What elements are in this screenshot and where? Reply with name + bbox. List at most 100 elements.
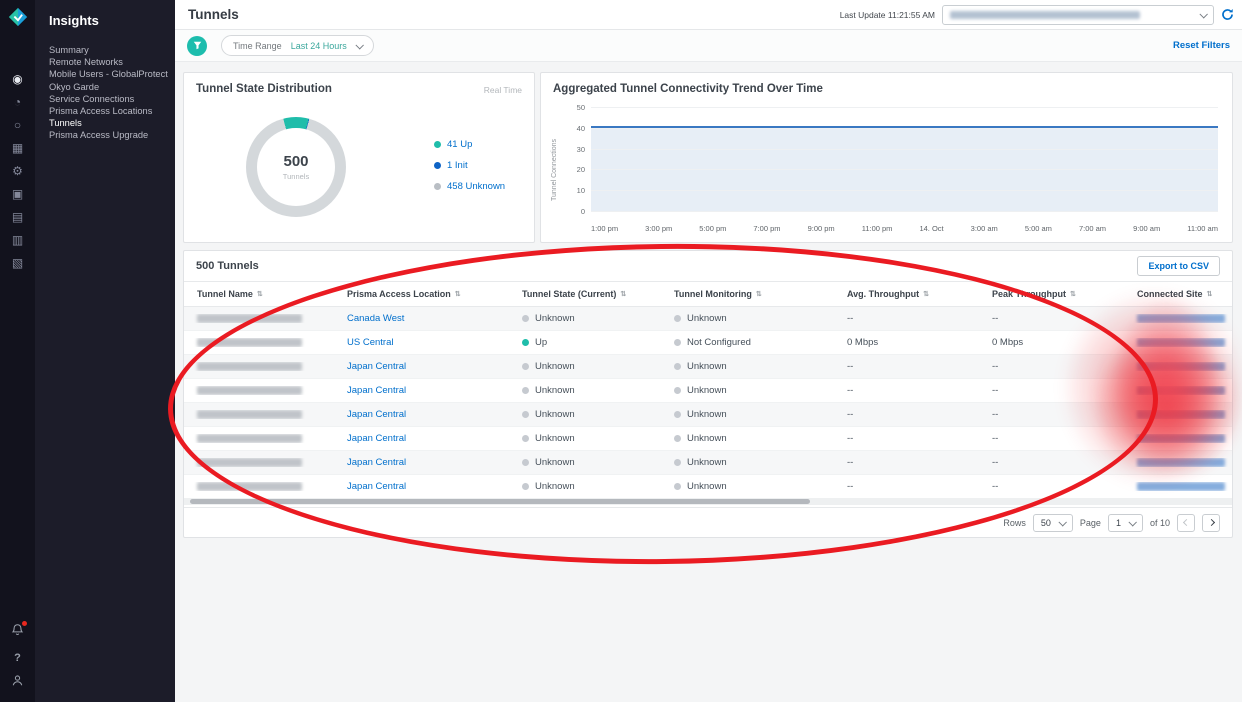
trend-area bbox=[591, 126, 1218, 211]
table-row[interactable]: Japan Central Unknown Unknown -- -- bbox=[184, 451, 1232, 475]
tunnel-name-redacted bbox=[197, 410, 302, 419]
sidebar-nav-item[interactable]: Remote Networks bbox=[35, 56, 175, 68]
sidebar-nav-item[interactable]: Prisma Access Locations bbox=[35, 105, 175, 117]
monitoring-text: Unknown bbox=[687, 457, 727, 468]
location-link[interactable]: Japan Central bbox=[347, 433, 406, 444]
export-csv-button[interactable]: Export to CSV bbox=[1137, 256, 1220, 276]
column-header: Prisma Access Location ⇅ bbox=[334, 289, 509, 299]
tunnel-trend-card: Aggregated Tunnel Connectivity Trend Ove… bbox=[540, 72, 1233, 243]
apps-icon[interactable]: ▦ bbox=[12, 142, 23, 154]
monitor-icon[interactable]: ○ bbox=[14, 119, 21, 131]
legend-item[interactable]: 41 Up bbox=[434, 139, 505, 150]
sort-icon[interactable]: ⇅ bbox=[756, 290, 762, 298]
connected-site-redacted[interactable] bbox=[1137, 458, 1225, 467]
filter-funnel-icon[interactable] bbox=[187, 36, 207, 56]
brand-logo-icon[interactable] bbox=[7, 6, 29, 33]
help-icon[interactable]: ? bbox=[14, 652, 21, 664]
avg-throughput: -- bbox=[847, 385, 853, 396]
connected-site-redacted[interactable] bbox=[1137, 410, 1225, 419]
connected-site-redacted[interactable] bbox=[1137, 362, 1225, 371]
workflows-icon[interactable]: ▤ bbox=[12, 211, 23, 223]
connected-site-redacted[interactable] bbox=[1137, 482, 1225, 491]
time-range-select[interactable]: Time Range Last 24 Hours bbox=[221, 35, 374, 56]
next-page-button[interactable] bbox=[1202, 514, 1220, 532]
page-title: Tunnels bbox=[188, 7, 239, 22]
connected-site-redacted[interactable] bbox=[1137, 434, 1225, 443]
sort-icon[interactable]: ⇅ bbox=[620, 290, 626, 298]
tunnel-name-redacted bbox=[197, 458, 302, 467]
chevron-down-icon bbox=[1128, 518, 1136, 526]
table-row[interactable]: Japan Central Unknown Unknown -- -- bbox=[184, 379, 1232, 403]
sidebar-nav-item[interactable]: Service Connections bbox=[35, 93, 175, 105]
sort-icon[interactable]: ⇅ bbox=[1207, 290, 1213, 298]
legend-label: 458 Unknown bbox=[447, 181, 505, 192]
sort-icon[interactable]: ⇅ bbox=[1070, 290, 1076, 298]
tenant-select[interactable] bbox=[942, 5, 1214, 25]
table-row[interactable]: Japan Central Unknown Unknown -- -- bbox=[184, 403, 1232, 427]
table-column-headers: Tunnel Name ⇅ Prisma Access Location ⇅ T… bbox=[184, 281, 1232, 307]
rows-per-page-select[interactable]: 50 bbox=[1033, 514, 1073, 532]
location-link[interactable]: Japan Central bbox=[347, 481, 406, 492]
sort-icon[interactable]: ⇅ bbox=[923, 290, 929, 298]
sidebar-nav-item[interactable]: Tunnels bbox=[35, 117, 175, 129]
location-link[interactable]: Japan Central bbox=[347, 457, 406, 468]
column-header: Avg. Throughput ⇅ bbox=[834, 289, 979, 299]
gridline bbox=[591, 211, 1218, 212]
x-axis-tick: 11:00 pm bbox=[862, 224, 893, 233]
connected-site-redacted[interactable] bbox=[1137, 338, 1225, 347]
legend-label: 41 Up bbox=[447, 139, 472, 150]
location-link[interactable]: US Central bbox=[347, 337, 393, 348]
state-dot bbox=[522, 483, 529, 490]
docs-icon[interactable]: ▧ bbox=[12, 257, 23, 269]
settings-icon[interactable]: ⚙ bbox=[12, 165, 23, 177]
dashboard-icon[interactable]: ◔ bbox=[14, 96, 21, 108]
monitoring-text: Unknown bbox=[687, 409, 727, 420]
user-icon[interactable]: ◉ bbox=[12, 73, 22, 85]
reset-filters-link[interactable]: Reset Filters bbox=[1173, 40, 1230, 51]
refresh-icon[interactable] bbox=[1221, 8, 1234, 21]
monitoring-text: Not Configured bbox=[687, 337, 751, 348]
scrollbar-thumb[interactable] bbox=[190, 499, 810, 504]
sort-icon[interactable]: ⇅ bbox=[257, 290, 263, 298]
gridline bbox=[591, 149, 1218, 150]
state-text: Unknown bbox=[535, 433, 575, 444]
sidebar-nav-item[interactable]: Mobile Users - GlobalProtect bbox=[35, 68, 175, 80]
chevron-down-icon bbox=[1058, 518, 1066, 526]
tunnel-name-redacted bbox=[197, 314, 302, 323]
avg-throughput: -- bbox=[847, 457, 853, 468]
sidebar-nav-item[interactable]: Okyo Garde bbox=[35, 81, 175, 93]
location-link[interactable]: Japan Central bbox=[347, 409, 406, 420]
table-row[interactable]: Japan Central Unknown Unknown -- -- bbox=[184, 355, 1232, 379]
location-link[interactable]: Japan Central bbox=[347, 361, 406, 372]
prev-page-button[interactable] bbox=[1177, 514, 1195, 532]
location-link[interactable]: Canada West bbox=[347, 313, 404, 324]
connected-site-redacted[interactable] bbox=[1137, 386, 1225, 395]
sidebar-nav-item[interactable]: Summary bbox=[35, 44, 175, 56]
page-select[interactable]: 1 bbox=[1108, 514, 1143, 532]
peak-throughput: -- bbox=[992, 433, 998, 444]
table-row[interactable]: Canada West Unknown Unknown -- -- bbox=[184, 307, 1232, 331]
sidebar-nav-item[interactable]: Prisma Access Upgrade bbox=[35, 129, 175, 141]
legend-item[interactable]: 1 Init bbox=[434, 160, 505, 171]
location-link[interactable]: Japan Central bbox=[347, 385, 406, 396]
x-axis-tick: 5:00 pm bbox=[699, 224, 726, 233]
connected-site-redacted[interactable] bbox=[1137, 314, 1225, 323]
card-icon[interactable]: ▣ bbox=[12, 188, 23, 200]
notifications-bell-icon[interactable] bbox=[11, 623, 24, 642]
state-text: Unknown bbox=[535, 361, 575, 372]
table-row[interactable]: Japan Central Unknown Unknown -- -- bbox=[184, 427, 1232, 451]
monitoring-text: Unknown bbox=[687, 313, 727, 324]
monitoring-dot bbox=[674, 435, 681, 442]
trend-plot: 01020304050 bbox=[591, 107, 1218, 212]
donut-ring: 500 Tunnels bbox=[246, 117, 346, 217]
sort-icon[interactable]: ⇅ bbox=[455, 290, 461, 298]
donut-total: 500 bbox=[283, 153, 308, 170]
peak-throughput: -- bbox=[992, 481, 998, 492]
legend-item[interactable]: 458 Unknown bbox=[434, 181, 505, 192]
x-axis-tick: 7:00 pm bbox=[753, 224, 780, 233]
table-row[interactable]: Japan Central Unknown Unknown -- -- bbox=[184, 475, 1232, 499]
grid-icon[interactable]: ▥ bbox=[12, 234, 23, 246]
table-row[interactable]: US Central Up Not Configured 0 Mbps 0 Mb… bbox=[184, 331, 1232, 355]
profile-icon[interactable] bbox=[11, 674, 24, 692]
tunnels-table-card: 500 Tunnels Export to CSV Tunnel Name ⇅ … bbox=[183, 250, 1233, 538]
